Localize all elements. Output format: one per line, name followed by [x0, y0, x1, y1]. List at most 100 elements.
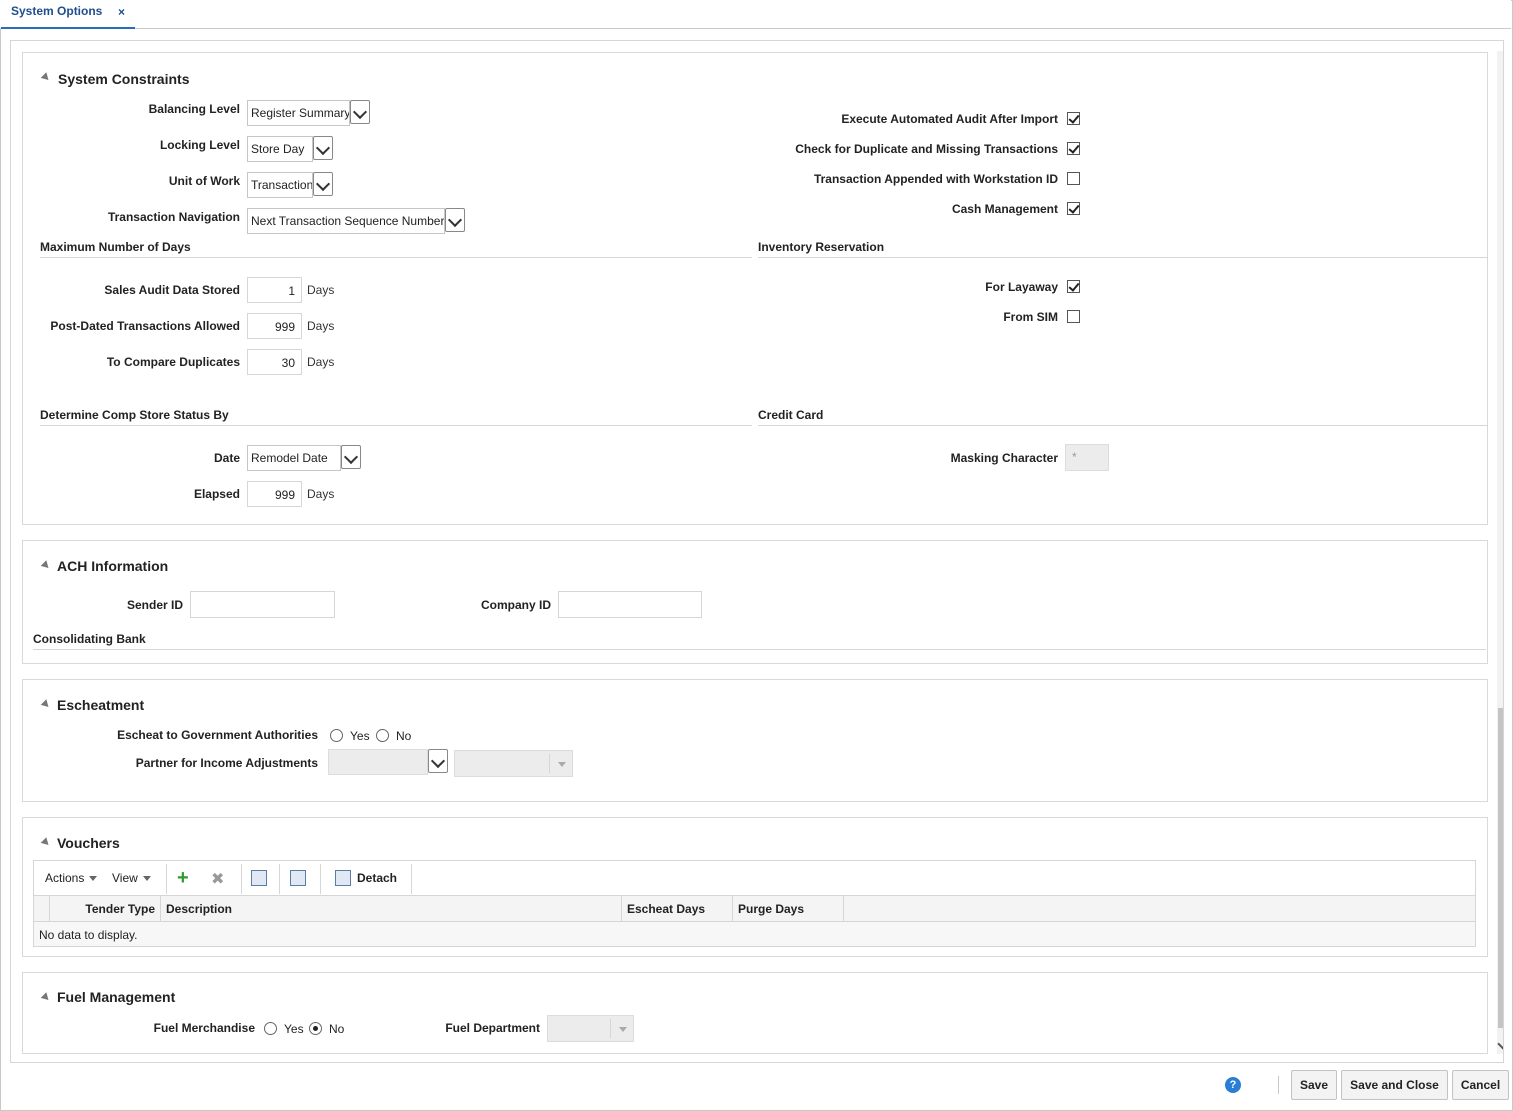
locking-level-select[interactable]: Store Day — [247, 136, 313, 162]
sales-audit-label: Sales Audit Data Stored — [104, 283, 240, 297]
actions-menu[interactable]: Actions — [45, 871, 98, 885]
collapse-icon[interactable] — [40, 72, 52, 83]
toolbar-separator — [279, 864, 280, 894]
compare-duplicates-input[interactable]: 30 — [247, 349, 302, 375]
column-header[interactable]: Tender Type — [50, 896, 161, 921]
caret-down-icon — [89, 876, 98, 882]
help-icon[interactable]: ? — [1225, 1077, 1241, 1093]
chevron-down-icon[interactable] — [428, 749, 448, 773]
view-menu[interactable]: View — [112, 871, 151, 885]
date-label: Date — [213, 451, 240, 465]
for-layaway-checkbox[interactable] — [1067, 280, 1080, 293]
days-unit: Days — [307, 283, 335, 297]
partner-select[interactable] — [328, 749, 428, 775]
tab-system-options[interactable]: System Options × — [1, 0, 135, 29]
chevron-down-icon[interactable] — [313, 136, 333, 160]
divider — [33, 649, 1486, 650]
from-sim-label: From SIM — [1003, 310, 1058, 324]
divider — [40, 257, 752, 258]
system-constraints-panel: System Constraints Balancing Level Regis… — [22, 52, 1488, 525]
workstation-id-label: Transaction Appended with Workstation ID — [813, 172, 1058, 186]
escheat-gov-label: Escheat to Government Authorities — [117, 728, 318, 742]
tab-bar: System Options × — [0, 0, 1511, 29]
elapsed-input[interactable]: 999 — [247, 481, 302, 507]
edit-icon[interactable] — [290, 870, 306, 886]
fuel-department-select — [547, 1015, 634, 1042]
toolbar-separator — [411, 864, 412, 894]
vouchers-panel: Vouchers Actions View + ✖ Detach Tender … — [22, 817, 1488, 957]
masking-character-label: Masking Character — [950, 451, 1058, 465]
vertical-scrollbar[interactable] — [1497, 51, 1503, 1054]
vouchers-toolbar: Actions View + ✖ Detach — [33, 860, 1476, 896]
days-unit: Days — [307, 319, 335, 333]
fuel-merchandise-label: Fuel Merchandise — [153, 1021, 255, 1035]
toolbar-separator — [320, 864, 321, 894]
for-layaway-label: For Layaway — [985, 280, 1058, 294]
panel-title: Fuel Management — [57, 989, 176, 1005]
chevron-down-icon — [619, 1027, 627, 1032]
delete-icon[interactable]: ✖ — [211, 869, 224, 889]
cancel-button[interactable]: Cancel — [1452, 1070, 1509, 1100]
export-icon[interactable] — [251, 870, 267, 886]
detach-button[interactable]: Detach — [357, 871, 397, 885]
collapse-icon[interactable] — [40, 992, 52, 1003]
elapsed-label: Elapsed — [193, 487, 240, 501]
workstation-id-checkbox[interactable] — [1067, 172, 1080, 185]
post-dated-label: Post-Dated Transactions Allowed — [50, 319, 240, 333]
detach-icon[interactable] — [335, 870, 351, 886]
sender-id-label: Sender ID — [126, 598, 183, 612]
column-header[interactable]: Purge Days — [733, 896, 844, 921]
chevron-down-icon[interactable] — [350, 100, 370, 124]
unit-of-work-select[interactable]: Transaction — [247, 172, 313, 198]
fuel-department-label: Fuel Department — [445, 1021, 540, 1035]
scrollbar-thumb[interactable] — [1498, 708, 1503, 1028]
vouchers-table: Tender Type Description Escheat Days Pur… — [33, 896, 1476, 947]
panel-title: Escheatment — [57, 697, 145, 713]
partner-label: Partner for Income Adjustments — [135, 756, 318, 770]
unit-of-work-label: Unit of Work — [168, 174, 240, 188]
collapse-icon[interactable] — [40, 837, 52, 848]
panel-title: ACH Information — [57, 558, 169, 574]
fuel-management-panel: Fuel Management Fuel Merchandise Yes No … — [22, 972, 1488, 1054]
footer-separator — [1278, 1076, 1279, 1094]
save-button[interactable]: Save — [1291, 1070, 1337, 1100]
chevron-down-icon[interactable] — [445, 208, 465, 232]
column-header[interactable]: Escheat Days — [622, 896, 733, 921]
add-icon[interactable]: + — [177, 868, 189, 888]
scroll-down-icon[interactable] — [1497, 1038, 1503, 1050]
company-id-input[interactable] — [558, 591, 702, 618]
column-header[interactable]: Description — [161, 896, 622, 921]
toolbar-separator — [241, 864, 242, 894]
close-icon[interactable]: × — [118, 5, 125, 19]
collapse-icon[interactable] — [40, 699, 52, 710]
sender-id-input[interactable] — [190, 591, 335, 618]
escheat-no-radio[interactable] — [376, 729, 389, 742]
chevron-down-icon[interactable] — [341, 445, 361, 469]
sales-audit-input[interactable]: 1 — [247, 277, 302, 303]
date-select[interactable]: Remodel Date — [247, 445, 341, 471]
check-duplicates-label: Check for Duplicate and Missing Transact… — [795, 142, 1058, 156]
credit-card-heading: Credit Card — [758, 408, 824, 422]
execute-audit-label: Execute Automated Audit After Import — [841, 112, 1058, 126]
consolidating-bank-heading: Consolidating Bank — [33, 632, 146, 646]
max-days-heading: Maximum Number of Days — [40, 240, 191, 254]
masking-character-input: * — [1065, 444, 1109, 471]
cash-management-checkbox[interactable] — [1067, 202, 1080, 215]
caret-down-icon — [142, 876, 151, 882]
panel-title: System Constraints — [58, 71, 190, 87]
balancing-level-label: Balancing Level — [148, 102, 240, 116]
transaction-navigation-select[interactable]: Next Transaction Sequence Number — [247, 208, 445, 234]
execute-audit-checkbox[interactable] — [1067, 112, 1080, 125]
collapse-icon[interactable] — [40, 560, 52, 571]
balancing-level-select[interactable]: Register Summary — [247, 100, 350, 126]
company-id-label: Company ID — [480, 598, 551, 612]
fuel-yes-radio[interactable] — [264, 1022, 277, 1035]
check-duplicates-checkbox[interactable] — [1067, 142, 1080, 155]
divider — [758, 425, 1488, 426]
from-sim-checkbox[interactable] — [1067, 310, 1080, 323]
save-and-close-button[interactable]: Save and Close — [1341, 1070, 1448, 1100]
fuel-no-radio[interactable] — [309, 1022, 322, 1035]
post-dated-input[interactable]: 999 — [247, 313, 302, 339]
escheat-yes-radio[interactable] — [330, 729, 343, 742]
chevron-down-icon[interactable] — [313, 172, 333, 196]
